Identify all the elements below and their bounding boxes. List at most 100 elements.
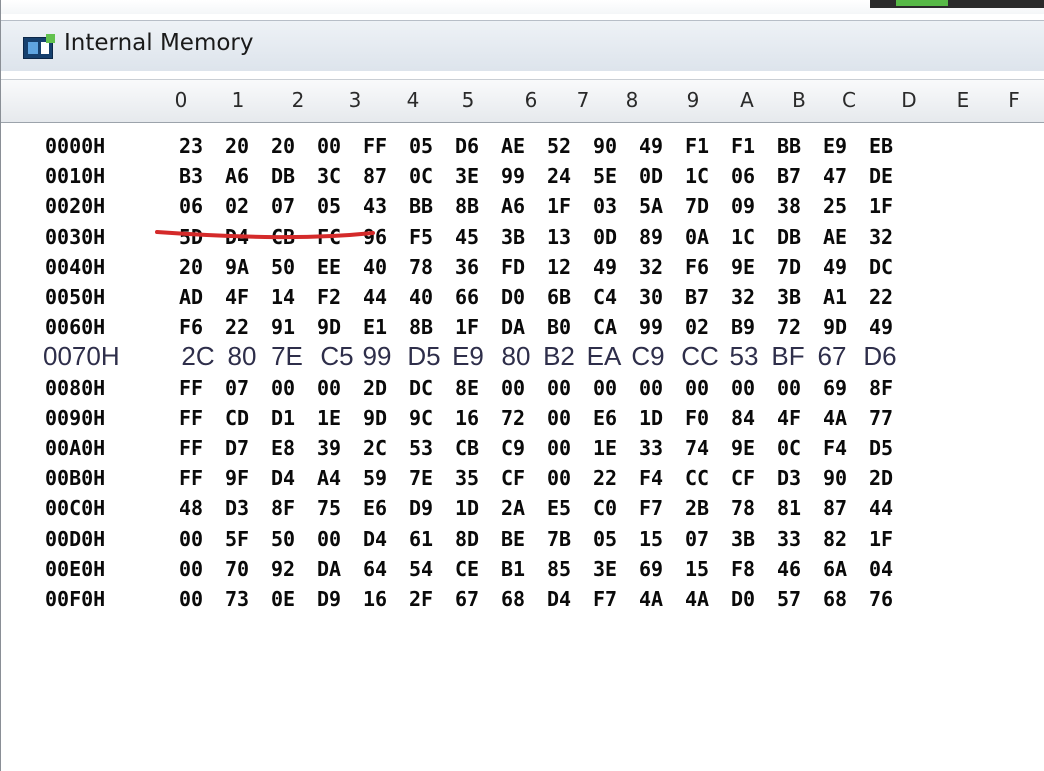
byte-cell[interactable]: 00 — [490, 376, 536, 400]
byte-cell[interactable]: C0 — [582, 496, 628, 520]
byte-cell[interactable]: 00 — [628, 376, 674, 400]
byte-cell[interactable]: D4 — [536, 587, 582, 611]
byte-cell[interactable]: 49 — [858, 315, 904, 339]
byte-cell[interactable]: E8 — [260, 436, 306, 460]
byte-cell[interactable]: B3 — [168, 164, 214, 188]
byte-cell[interactable]: FF — [352, 134, 398, 158]
byte-cell[interactable]: 8D — [444, 527, 490, 551]
byte-cell[interactable]: F7 — [582, 587, 628, 611]
byte-cell[interactable]: 6A — [812, 557, 858, 581]
byte-cell[interactable]: 0C — [398, 164, 444, 188]
byte-cell[interactable]: 33 — [628, 436, 674, 460]
byte-cell[interactable]: 84 — [720, 406, 766, 430]
byte-cell[interactable]: 9A — [214, 255, 260, 279]
byte-cell[interactable]: 80 — [493, 341, 539, 372]
byte-cell[interactable]: 96 — [352, 225, 398, 249]
byte-cell[interactable]: 9D — [352, 406, 398, 430]
byte-cell[interactable]: 89 — [628, 225, 674, 249]
byte-cell[interactable]: 00 — [306, 134, 352, 158]
byte-cell[interactable]: 57 — [766, 587, 812, 611]
byte-cell[interactable]: 7D — [766, 255, 812, 279]
byte-cell[interactable]: 7D — [674, 194, 720, 218]
byte-cell[interactable]: 8F — [858, 376, 904, 400]
byte-cell[interactable]: 78 — [720, 496, 766, 520]
byte-cell[interactable]: CB — [444, 436, 490, 460]
byte-cell[interactable]: 2A — [490, 496, 536, 520]
byte-cell[interactable]: FC — [306, 225, 352, 249]
byte-cell[interactable]: DE — [858, 164, 904, 188]
byte-cell[interactable]: 24 — [536, 164, 582, 188]
byte-cell[interactable]: 14 — [260, 285, 306, 309]
byte-cell[interactable]: 13 — [536, 225, 582, 249]
byte-cell[interactable]: B1 — [490, 557, 536, 581]
byte-cell[interactable]: D5 — [858, 436, 904, 460]
byte-cell[interactable]: A4 — [306, 466, 352, 490]
byte-cell[interactable]: 32 — [858, 225, 904, 249]
byte-cell[interactable]: E9 — [445, 341, 491, 372]
byte-cell[interactable]: 05 — [306, 194, 352, 218]
byte-cell[interactable]: 9D — [812, 315, 858, 339]
byte-cell[interactable]: C9 — [490, 436, 536, 460]
byte-cell[interactable]: 81 — [766, 496, 812, 520]
byte-cell[interactable]: F2 — [306, 285, 352, 309]
byte-cell[interactable]: CF — [720, 466, 766, 490]
byte-cell[interactable]: F6 — [674, 255, 720, 279]
byte-cell[interactable]: 20 — [214, 134, 260, 158]
byte-cell[interactable]: 53 — [398, 436, 444, 460]
byte-cell[interactable]: 80 — [219, 341, 265, 372]
byte-cell[interactable]: 22 — [582, 466, 628, 490]
byte-cell[interactable]: 7B — [536, 527, 582, 551]
byte-cell[interactable]: D9 — [398, 496, 444, 520]
byte-cell[interactable]: FF — [168, 376, 214, 400]
byte-cell[interactable]: 00 — [260, 376, 306, 400]
byte-cell[interactable]: C4 — [582, 285, 628, 309]
byte-cell[interactable]: FD — [490, 255, 536, 279]
byte-cell[interactable]: 20 — [260, 134, 306, 158]
byte-cell[interactable]: CC — [677, 341, 723, 372]
byte-cell[interactable]: 9D — [306, 315, 352, 339]
byte-cell[interactable]: 53 — [721, 341, 767, 372]
byte-cell[interactable]: 3C — [306, 164, 352, 188]
byte-cell[interactable]: CC — [674, 466, 720, 490]
byte-cell[interactable]: E6 — [582, 406, 628, 430]
byte-cell[interactable]: 1F — [858, 194, 904, 218]
byte-cell[interactable]: 02 — [214, 194, 260, 218]
byte-cell[interactable]: 3E — [444, 164, 490, 188]
byte-cell[interactable]: 9E — [720, 255, 766, 279]
byte-cell[interactable]: 9F — [214, 466, 260, 490]
byte-cell[interactable]: 2C — [175, 341, 221, 372]
byte-cell[interactable]: EA — [581, 341, 627, 372]
byte-cell[interactable]: 05 — [398, 134, 444, 158]
byte-cell[interactable]: 00 — [168, 557, 214, 581]
byte-cell[interactable]: 38 — [766, 194, 812, 218]
byte-cell[interactable]: 90 — [812, 466, 858, 490]
byte-cell[interactable]: AE — [812, 225, 858, 249]
byte-cell[interactable]: 61 — [398, 527, 444, 551]
byte-cell[interactable]: B7 — [674, 285, 720, 309]
byte-cell[interactable]: D3 — [214, 496, 260, 520]
byte-cell[interactable]: 87 — [812, 496, 858, 520]
byte-cell[interactable]: 1E — [582, 436, 628, 460]
byte-cell[interactable]: 2F — [398, 587, 444, 611]
byte-cell[interactable]: 73 — [214, 587, 260, 611]
byte-cell[interactable]: F4 — [812, 436, 858, 460]
byte-cell[interactable]: 66 — [444, 285, 490, 309]
byte-cell[interactable]: A6 — [490, 194, 536, 218]
byte-cell[interactable]: 75 — [306, 496, 352, 520]
byte-cell[interactable]: EE — [306, 255, 352, 279]
byte-cell[interactable]: B2 — [536, 341, 582, 372]
byte-cell[interactable]: F5 — [398, 225, 444, 249]
byte-cell[interactable]: 0A — [674, 225, 720, 249]
byte-cell[interactable]: EB — [858, 134, 904, 158]
byte-cell[interactable]: FF — [168, 466, 214, 490]
byte-cell[interactable]: 90 — [582, 134, 628, 158]
byte-cell[interactable]: BB — [398, 194, 444, 218]
byte-cell[interactable]: 0E — [260, 587, 306, 611]
byte-cell[interactable]: 5F — [214, 527, 260, 551]
byte-cell[interactable]: 8F — [260, 496, 306, 520]
byte-cell[interactable]: 78 — [398, 255, 444, 279]
byte-cell[interactable]: 72 — [490, 406, 536, 430]
byte-cell[interactable]: F4 — [628, 466, 674, 490]
byte-cell[interactable]: 40 — [352, 255, 398, 279]
byte-cell[interactable]: 91 — [260, 315, 306, 339]
